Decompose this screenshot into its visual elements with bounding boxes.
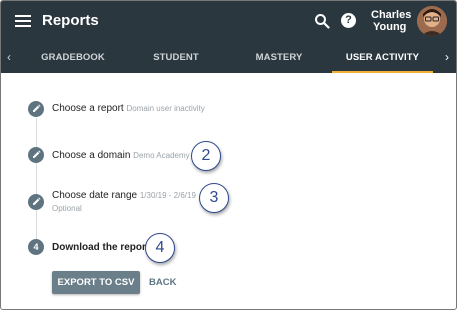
user-name: Charles Young bbox=[371, 9, 411, 33]
step-value: 1/30/19 - 2/6/19 bbox=[139, 191, 196, 200]
step-choose-report[interactable]: Choose a report Domain user inactivity bbox=[52, 103, 205, 114]
tab-mastery[interactable]: MASTERY bbox=[239, 42, 319, 73]
tab-gradebook[interactable]: GRADEBOOK bbox=[31, 42, 115, 73]
step-title: Choose a report bbox=[52, 103, 124, 114]
tab-scroll-right-icon[interactable]: › bbox=[439, 42, 455, 73]
reports-window: Reports ? Charles Young ‹ GRADEBOOK STUD… bbox=[0, 0, 457, 310]
step-choose-date-range[interactable]: Choose date range 1/30/19 - 2/6/19 bbox=[52, 190, 196, 201]
menu-icon[interactable] bbox=[15, 15, 31, 27]
search-icon[interactable] bbox=[314, 13, 330, 29]
export-to-csv-button[interactable]: EXPORT TO CSV bbox=[52, 271, 140, 294]
step-title: Choose date range bbox=[52, 190, 138, 201]
callout-badge: 3 bbox=[199, 183, 229, 213]
edit-icon[interactable] bbox=[28, 147, 44, 163]
tab-bar: ‹ GRADEBOOK STUDENT MASTERY USER ACTIVIT… bbox=[1, 42, 456, 73]
edit-icon[interactable] bbox=[28, 101, 44, 117]
step-choose-domain[interactable]: Choose a domain Demo Academy bbox=[52, 150, 190, 161]
callout-badge: 2 bbox=[191, 141, 221, 171]
tab-scroll-left-icon[interactable]: ‹ bbox=[1, 42, 17, 73]
step-title: Download the report bbox=[52, 242, 150, 253]
step-optional-label: Optional bbox=[52, 204, 82, 213]
back-button[interactable]: BACK bbox=[149, 271, 176, 294]
step-value: Demo Academy bbox=[133, 151, 190, 160]
user-first-name: Charles bbox=[371, 9, 412, 21]
page-title: Reports bbox=[42, 12, 99, 29]
step-download-report: Download the report bbox=[52, 242, 149, 253]
tab-user-activity[interactable]: USER ACTIVITY bbox=[332, 42, 433, 73]
report-stepper: Choose a report Domain user inactivity C… bbox=[1, 73, 456, 309]
step-value: Domain user inactivity bbox=[126, 104, 205, 113]
avatar-image bbox=[417, 6, 447, 36]
step-number-badge: 4 bbox=[28, 239, 44, 255]
avatar[interactable] bbox=[417, 6, 447, 36]
step-title: Choose a domain bbox=[52, 150, 131, 161]
user-last-name: Young bbox=[373, 21, 407, 33]
tab-student[interactable]: STUDENT bbox=[137, 42, 215, 73]
stepper-connector bbox=[36, 118, 37, 253]
help-icon[interactable]: ? bbox=[341, 13, 356, 28]
edit-icon[interactable] bbox=[28, 194, 44, 210]
app-header: Reports ? Charles Young bbox=[1, 1, 456, 42]
callout-badge: 4 bbox=[145, 233, 175, 263]
